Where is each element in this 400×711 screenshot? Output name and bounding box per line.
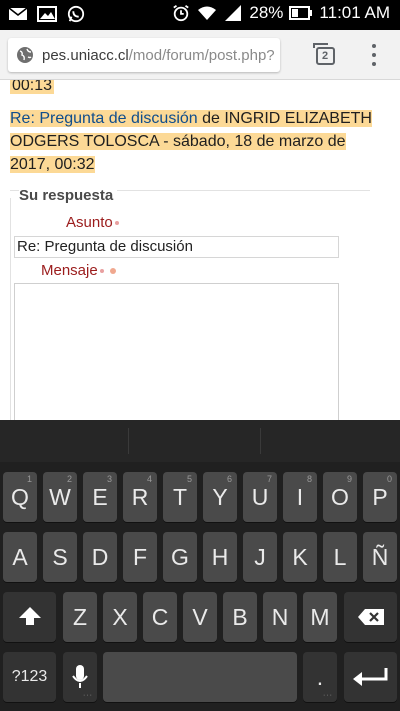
key-x[interactable]: X	[103, 592, 137, 642]
battery-icon	[289, 6, 313, 20]
key-ñ[interactable]: Ñ	[363, 532, 397, 582]
required-icon	[109, 268, 116, 275]
menu-dot	[372, 44, 376, 48]
microphone-icon	[72, 665, 88, 688]
key-b[interactable]: B	[223, 592, 257, 642]
key-n[interactable]: N	[263, 592, 297, 642]
symbols-key[interactable]: ?123	[3, 652, 56, 702]
tab-switcher-button[interactable]: 2	[312, 42, 336, 66]
voice-input-key[interactable]: ···	[63, 652, 97, 702]
suggestion-divider	[128, 428, 129, 454]
prev-post-time: 00:13	[10, 80, 384, 97]
key-y[interactable]: Y6	[203, 472, 237, 522]
browser-toolbar: pes.uniacc.cl/mod/forum/post.php? 2	[0, 30, 400, 80]
suggestion-strip[interactable]	[0, 420, 400, 462]
key-d[interactable]: D	[83, 532, 117, 582]
whatsapp-icon	[67, 5, 85, 23]
key-u[interactable]: U7	[243, 472, 277, 522]
key-h[interactable]: H	[203, 532, 237, 582]
key-g[interactable]: G	[163, 532, 197, 582]
url-path: /mod/forum/post.php?	[128, 46, 275, 64]
key-l[interactable]: L	[323, 532, 357, 582]
key-m[interactable]: M	[303, 592, 337, 642]
key-q[interactable]: Q1	[3, 472, 37, 522]
menu-dot	[372, 53, 376, 57]
wifi-icon	[198, 6, 217, 20]
key-j[interactable]: J	[243, 532, 277, 582]
status-bar: 28% 11:01 AM	[0, 0, 400, 30]
clock: 11:01 AM	[319, 3, 390, 22]
overflow-menu-button[interactable]	[368, 42, 380, 68]
key-v[interactable]: V	[183, 592, 217, 642]
page-content: 00:13 Re: Pregunta de discusión de INGRI…	[0, 80, 400, 420]
globe-icon	[17, 47, 33, 63]
post-link[interactable]: Re: Pregunta de discusión	[10, 110, 198, 127]
subject-input[interactable]: Re: Pregunta de discusión	[14, 236, 339, 258]
key-f[interactable]: F	[123, 532, 157, 582]
tab-count: 2	[322, 50, 329, 62]
system-status: 28% 11:01 AM	[171, 3, 390, 23]
section-legend: Su respuesta	[19, 187, 118, 204]
shift-key[interactable]	[3, 592, 56, 642]
key-w[interactable]: W2	[43, 472, 77, 522]
key-k[interactable]: K	[283, 532, 317, 582]
key-z[interactable]: Z	[63, 592, 97, 642]
shift-icon	[18, 607, 41, 625]
backspace-key[interactable]	[344, 592, 397, 642]
image-icon	[37, 6, 57, 22]
url-bar[interactable]: pes.uniacc.cl/mod/forum/post.php?	[8, 38, 280, 72]
space-key[interactable]	[103, 652, 297, 702]
key-s[interactable]: S	[43, 532, 77, 582]
message-textarea[interactable]	[14, 283, 339, 420]
parent-post-header: Re: Pregunta de discusión de INGRID ELIZ…	[10, 107, 384, 176]
url-host: pes.uniacc.cl	[42, 46, 129, 64]
required-marker	[114, 221, 119, 226]
signal-icon	[225, 5, 242, 21]
menu-dot	[372, 62, 376, 66]
battery-percent: 28%	[249, 3, 284, 22]
key-r[interactable]: R4	[123, 472, 157, 522]
fieldset-border	[10, 198, 11, 420]
url-text: pes.uniacc.cl/mod/forum/post.php?	[42, 47, 275, 64]
suggestion-divider	[260, 428, 261, 454]
enter-key[interactable]	[344, 652, 397, 702]
alarm-icon	[173, 5, 190, 22]
key-p[interactable]: P0	[363, 472, 397, 522]
subject-label: Asunto	[66, 214, 119, 231]
key-c[interactable]: C	[143, 592, 177, 642]
key-o[interactable]: O9	[323, 472, 357, 522]
message-label: Mensaje	[41, 262, 116, 279]
key-t[interactable]: T5	[163, 472, 197, 522]
soft-keyboard: Q1W2E3R4T5Y6U7I8O9P0 ASDFGHJKLÑ ZXCVBNM …	[0, 420, 400, 711]
required-marker	[99, 269, 104, 274]
key-a[interactable]: A	[3, 532, 37, 582]
mail-icon	[8, 7, 28, 20]
backspace-icon	[357, 609, 384, 625]
enter-icon	[352, 668, 387, 686]
period-key[interactable]: . ···	[303, 652, 337, 702]
key-i[interactable]: I8	[283, 472, 317, 522]
key-e[interactable]: E3	[83, 472, 117, 522]
notification-icons	[8, 5, 86, 23]
